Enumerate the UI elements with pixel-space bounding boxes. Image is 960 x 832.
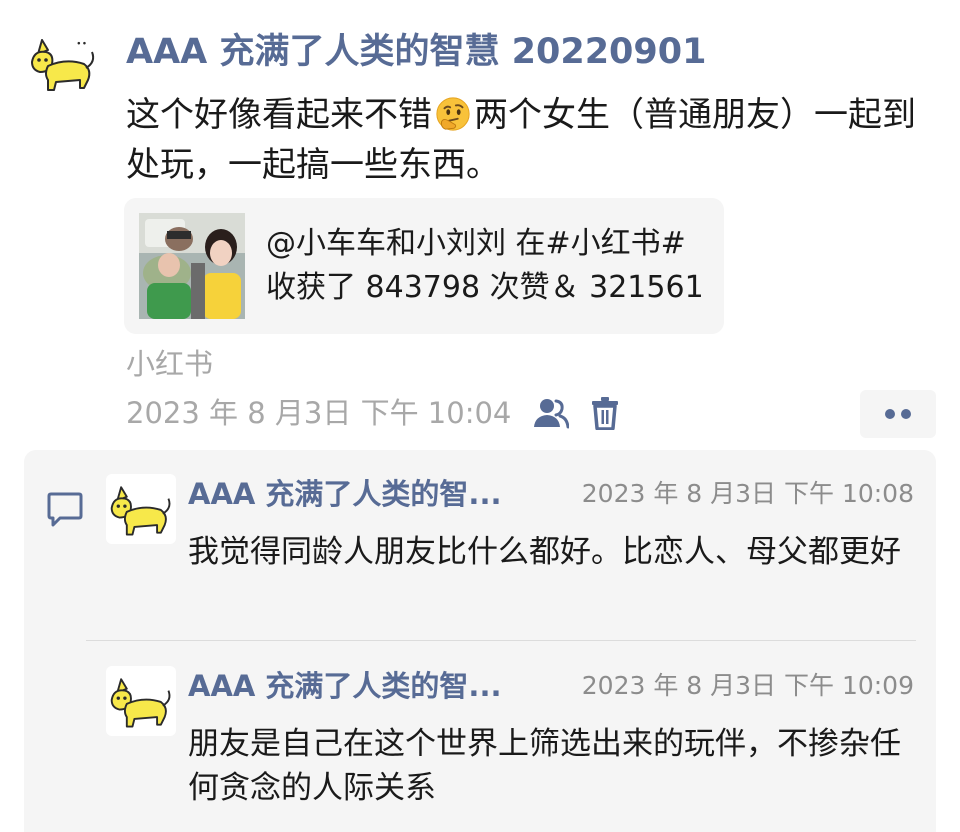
source-label[interactable]: 小红书 xyxy=(126,344,213,384)
trash-icon[interactable] xyxy=(591,396,619,431)
post-username[interactable]: AAA 充满了人类的智慧 20220901 xyxy=(126,30,706,74)
link-card[interactable]: @小车车和小刘刘 在#小红书# 收获了 843798 次赞＆ 321561 xyxy=(124,198,724,334)
post-text-part1: 这个好像看起来不错 xyxy=(126,95,432,135)
svg-text:∙∙: ∙∙ xyxy=(76,39,87,49)
comment-text[interactable]: 我觉得同龄人朋友比什么都好。比恋人、母父都更好 xyxy=(188,530,908,574)
comment-text[interactable]: 朋友是自己在这个世界上筛选出来的玩伴，不掺杂任何贪念的人际关系 xyxy=(188,722,908,810)
comment-username[interactable]: AAA 充满了人类的智... xyxy=(188,668,501,704)
link-title-line1: @小车车和小刘刘 在#小红书# xyxy=(266,226,686,261)
cat-avatar-icon xyxy=(110,486,171,536)
more-options-button[interactable] xyxy=(860,390,936,438)
comments-panel: AAA 充满了人类的智... 2023 年 8 月3日 下午 10:08 我觉得… xyxy=(24,450,936,832)
comment-time: 2023 年 8 月3日 下午 10:08 xyxy=(581,479,914,508)
thinking-face-emoji xyxy=(434,95,472,133)
cat-avatar-icon xyxy=(110,678,171,728)
friends-visibility-icon[interactable] xyxy=(533,397,570,429)
more-dot xyxy=(901,409,911,419)
comment-avatar[interactable] xyxy=(106,666,176,736)
comment-divider xyxy=(86,640,916,641)
link-title-line2: 收获了 843798 次赞＆ 321561 xyxy=(266,270,704,305)
comment-username[interactable]: AAA 充满了人类的智... xyxy=(188,476,501,512)
more-dots-icon xyxy=(885,409,895,419)
link-thumbnail-image xyxy=(139,213,245,319)
comment-avatar[interactable] xyxy=(106,474,176,544)
comment-bubble-icon xyxy=(46,492,84,528)
user-avatar[interactable]: ∙∙ xyxy=(26,26,100,100)
cat-avatar-icon: ∙∙ xyxy=(31,39,95,91)
post-text: 这个好像看起来不错 两个女生（普通朋友）一起到处玩，一起搞一些东西。 xyxy=(126,90,926,190)
comment-time: 2023 年 8 月3日 下午 10:09 xyxy=(581,671,914,700)
post-timestamp: 2023 年 8 月3日 下午 10:04 xyxy=(126,396,512,430)
